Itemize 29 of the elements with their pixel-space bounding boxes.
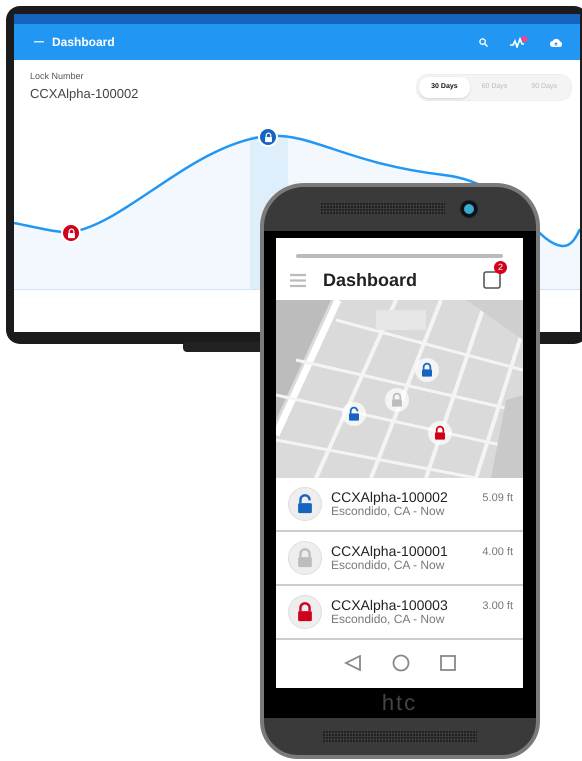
lock-list-item[interactable]: CCXAlpha-100003 Escondido, CA - Now 3.00 ft bbox=[276, 586, 523, 640]
lock-distance: 3.00 ft bbox=[482, 599, 513, 614]
lock-list-item[interactable]: CCXAlpha-100002 Escondido, CA - Now 5.09 ft bbox=[276, 478, 523, 532]
lock-distance: 4.00 ft bbox=[482, 545, 513, 560]
speaker-grille-icon bbox=[323, 730, 477, 742]
lock-list-item[interactable]: CCXAlpha-100001 Escondido, CA - Now 4.00 ft bbox=[276, 532, 523, 586]
brand-logo: htc bbox=[380, 689, 418, 717]
recent-apps-icon[interactable] bbox=[440, 655, 456, 671]
lock-location: Escondido, CA - Now bbox=[331, 559, 444, 572]
lock-name: CCXAlpha-100003 bbox=[331, 598, 448, 614]
lock-location: Escondido, CA - Now bbox=[331, 613, 444, 626]
home-icon[interactable] bbox=[392, 654, 410, 672]
app-title: Dashboard bbox=[323, 268, 418, 292]
field-label: Lock Number bbox=[30, 70, 85, 83]
speaker-grille-icon bbox=[321, 203, 445, 215]
search-icon[interactable] bbox=[479, 38, 488, 46]
notification-icon[interactable] bbox=[483, 270, 501, 289]
pulse-icon[interactable] bbox=[510, 36, 528, 48]
lock-location: Escondido, CA - Now bbox=[331, 505, 444, 518]
notification-count: 2 bbox=[494, 261, 507, 274]
lock-number: CCXAlpha-100002 bbox=[30, 84, 138, 103]
camera-icon bbox=[459, 199, 479, 219]
lock-name: CCXAlpha-100002 bbox=[331, 490, 448, 506]
menu-icon[interactable] bbox=[290, 272, 306, 288]
cloud-upload-icon[interactable] bbox=[550, 38, 562, 46]
lock-name: CCXAlpha-100001 bbox=[331, 544, 448, 560]
back-icon[interactable] bbox=[344, 655, 362, 671]
lock-distance: 5.09 ft bbox=[482, 491, 513, 506]
app-title: Dashboard bbox=[52, 34, 115, 51]
